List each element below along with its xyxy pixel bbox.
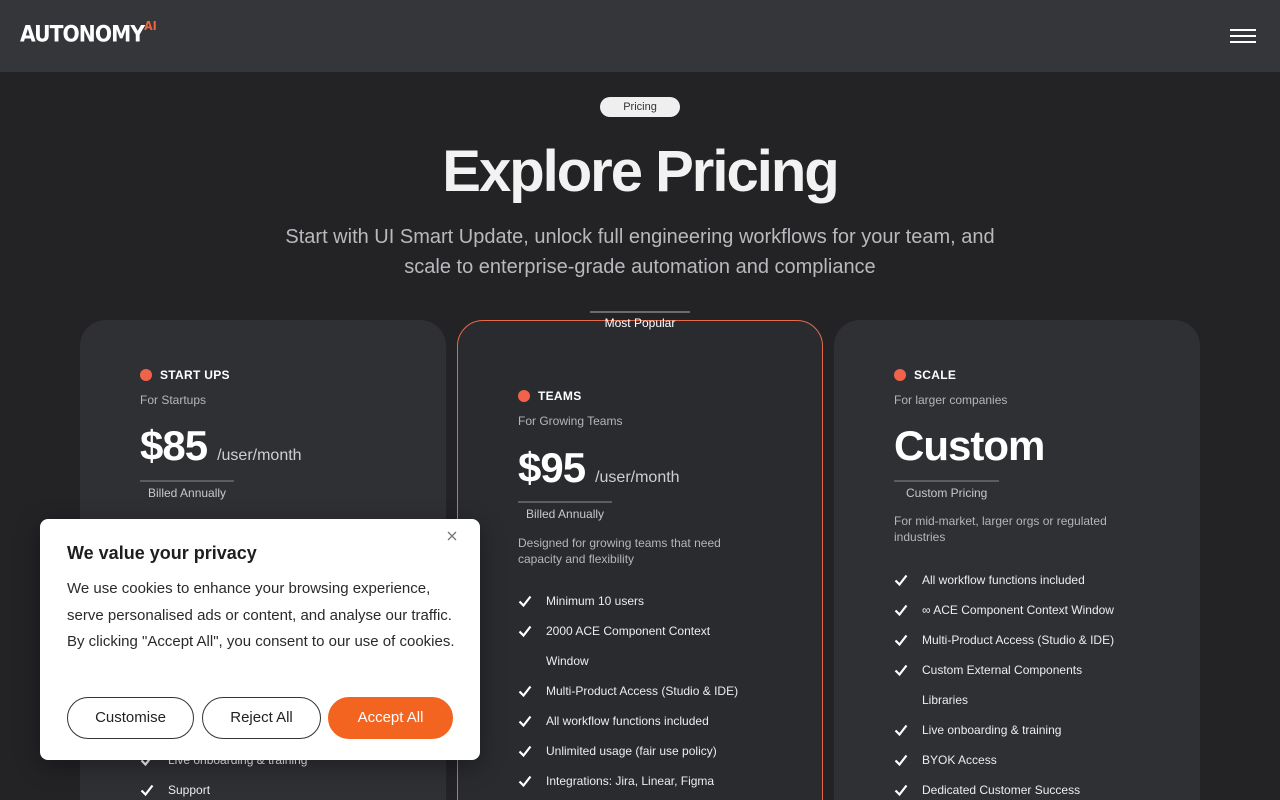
feature-label: Custom External Components Libraries — [922, 663, 1083, 707]
price-amount: Custom — [894, 422, 1045, 469]
close-icon[interactable] — [445, 529, 459, 543]
page-title: Explore Pricing — [442, 139, 839, 204]
feature-item: Multi-Product Access (Studio & IDE) — [894, 625, 1154, 655]
check-icon — [894, 604, 908, 617]
check-icon — [518, 685, 532, 698]
feature-label: Support — [168, 783, 211, 797]
pricing-pill-badge: Pricing — [600, 97, 680, 117]
feature-item: Integrations: Jira, Linear, Figma — [518, 766, 778, 796]
feature-item: Dedicated Customer Success — [894, 775, 1154, 800]
status-dot-icon — [518, 390, 530, 402]
plan-name: SCALE — [914, 368, 957, 382]
feature-item: Unlimited usage (fair use policy) — [518, 736, 778, 766]
plan-description: Designed for growing teams that need cap… — [518, 536, 721, 566]
check-icon — [894, 754, 908, 767]
cookie-dialog-text: We use cookies to enhance your browsing … — [67, 580, 455, 650]
plan-name: TEAMS — [538, 389, 582, 403]
autonomy-ai-logo[interactable]: AUTONOMYAI — [20, 19, 157, 48]
feature-list: Minimum 10 users 2000 ACE Component Cont… — [518, 586, 778, 796]
check-icon — [894, 664, 908, 677]
plan-audience: For Growing Teams — [518, 414, 623, 428]
billing-note: Custom Pricing — [894, 480, 1000, 500]
feature-item: BYOK Access — [894, 745, 1154, 775]
status-dot-icon — [140, 369, 152, 381]
check-icon — [894, 724, 908, 737]
logo-superscript: AI — [144, 19, 157, 33]
feature-label: Live onboarding & training — [922, 723, 1062, 737]
price-unit: /user/month — [217, 447, 302, 464]
top-navigation-bar: AUTONOMYAI — [0, 0, 1280, 72]
hamburger-menu-icon[interactable] — [1230, 29, 1256, 45]
plan-header-scale: SCALE — [894, 368, 956, 382]
feature-label: BYOK Access — [922, 753, 997, 767]
feature-item: Live onboarding & training — [894, 715, 1154, 745]
plan-price: Custom — [894, 422, 1045, 470]
feature-label: All workflow functions included — [922, 573, 1085, 587]
feature-list: All workflow functions included ∞ ACE Co… — [894, 565, 1154, 800]
feature-label: 2000 ACE Component Context Window — [546, 624, 711, 668]
cookie-dialog-title: We value your privacy — [67, 543, 257, 563]
check-icon — [518, 595, 532, 608]
price-unit: /user/month — [595, 469, 680, 486]
plan-price: $95 /user/month — [518, 444, 680, 492]
logo-text: AUTONOMY — [20, 22, 145, 48]
feature-item: All workflow functions included — [518, 706, 778, 736]
feature-item: Support — [140, 775, 400, 800]
plan-name: START UPS — [160, 368, 230, 382]
feature-label: Dedicated Customer Success — [922, 783, 1081, 797]
feature-label: ∞ ACE Component Context Window — [922, 603, 1114, 617]
plan-header-teams: TEAMS — [518, 389, 582, 403]
customise-button[interactable]: Customise — [67, 697, 194, 739]
check-icon — [894, 784, 908, 797]
check-icon — [518, 775, 532, 788]
check-icon — [518, 625, 532, 638]
page-subtitle: Start with UI Smart Update, unlock full … — [285, 226, 995, 278]
plan-price: $85 /user/month — [140, 422, 302, 470]
feature-item: ∞ ACE Component Context Window — [894, 595, 1154, 625]
price-amount: $85 — [140, 422, 208, 469]
billing-note: Billed Annually — [140, 480, 235, 500]
cookie-consent-dialog: We value your privacy We use cookies to … — [40, 519, 480, 760]
feature-label: Integrations: Jira, Linear, Figma — [546, 774, 715, 788]
billing-note: Billed Annually — [518, 501, 613, 521]
plan-card-scale: SCALE For larger companies Custom Custom… — [834, 320, 1200, 800]
feature-item: All workflow functions included — [894, 565, 1154, 595]
check-icon — [894, 574, 908, 587]
feature-label: Unlimited usage (fair use policy) — [546, 744, 717, 758]
plan-card-teams: TEAMS For Growing Teams $95 /user/month … — [457, 320, 823, 800]
check-icon — [894, 634, 908, 647]
feature-item: 2000 ACE Component Context Window — [518, 616, 738, 676]
check-icon — [518, 745, 532, 758]
accept-all-button[interactable]: Accept All — [328, 697, 453, 739]
plan-description: For mid-market, larger orgs or regulated… — [894, 514, 1107, 544]
plan-audience: For Startups — [140, 393, 207, 407]
feature-item: Minimum 10 users — [518, 586, 778, 616]
check-icon — [140, 784, 154, 797]
feature-label: Multi-Product Access (Studio & IDE) — [922, 633, 1115, 647]
price-amount: $95 — [518, 444, 586, 491]
status-dot-icon — [894, 369, 906, 381]
reject-all-button[interactable]: Reject All — [202, 697, 321, 739]
feature-label: All workflow functions included — [546, 714, 709, 728]
feature-label: Minimum 10 users — [546, 594, 645, 608]
plan-header-startups: START UPS — [140, 368, 230, 382]
plan-audience: For larger companies — [894, 393, 1008, 407]
feature-item: Custom External Components Libraries — [894, 655, 1104, 715]
most-popular-badge: Most Popular — [590, 311, 690, 330]
feature-label: Multi-Product Access (Studio & IDE) — [546, 684, 739, 698]
feature-item: Multi-Product Access (Studio & IDE) — [518, 676, 778, 706]
check-icon — [518, 715, 532, 728]
